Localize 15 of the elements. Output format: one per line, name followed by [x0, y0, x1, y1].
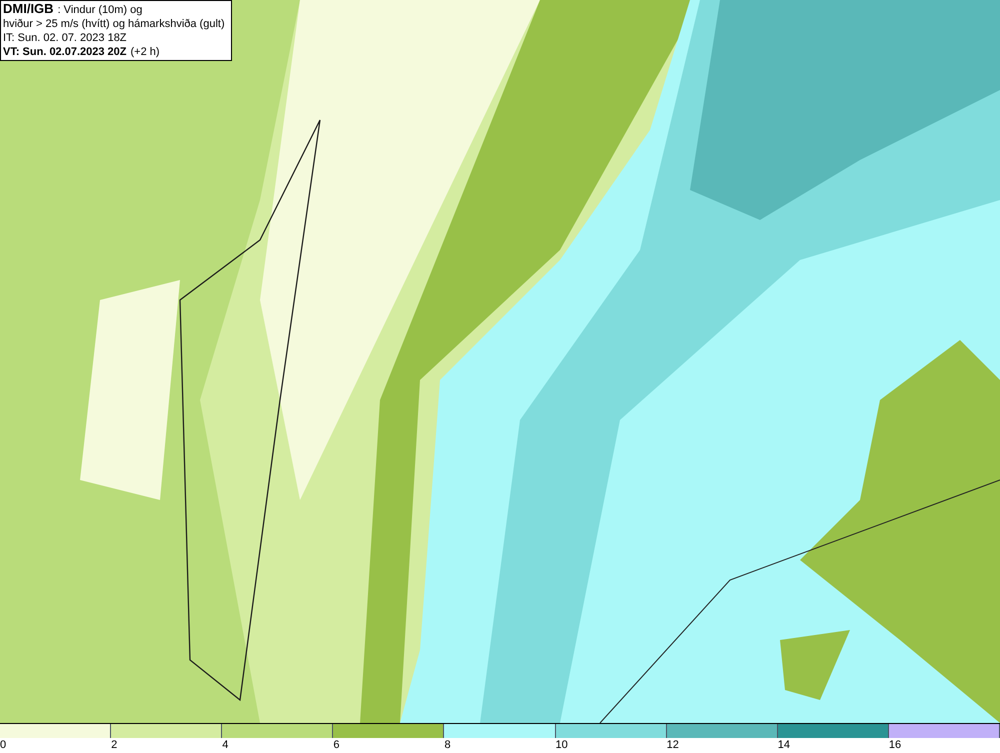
legend-label: 12 [666, 738, 679, 752]
legend-label: 10 [556, 738, 568, 752]
title-text: : Vindur (10m) og [58, 3, 142, 17]
source-label: DMI/IGB [3, 2, 54, 16]
issue-time: IT: Sun. 02. 07. 2023 18Z [3, 31, 128, 45]
legend-label: 4 [222, 738, 228, 752]
valid-offset: (+2 h) [130, 45, 160, 59]
valid-time: VT: Sun. 02.07.2023 20Z [3, 45, 127, 59]
legend-label: 0 [0, 738, 6, 752]
subtitle-text: hviður > 25 m/s (hvítt) og hámarkshviða (gult) [3, 17, 226, 31]
legend-label: 14 [778, 738, 790, 752]
legend-label: 16 [888, 738, 902, 752]
legend-label: 2 [111, 738, 118, 752]
legend-label: 8 [444, 738, 451, 752]
legend-label: 6 [333, 738, 340, 752]
